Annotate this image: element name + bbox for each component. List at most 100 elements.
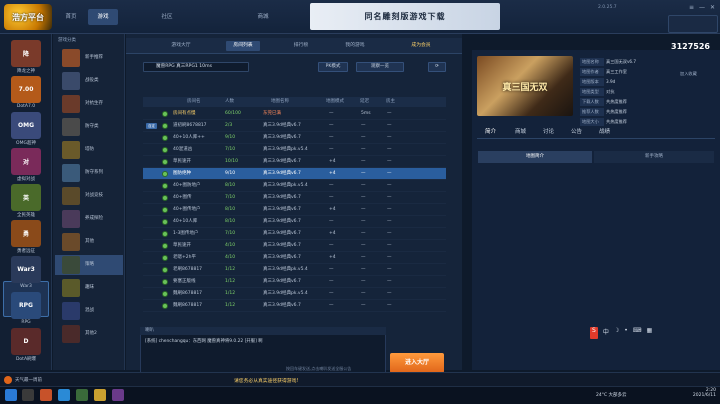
nav-shop[interactable]: 商城 <box>248 9 278 25</box>
category-item[interactable]: 塔防 <box>55 140 123 160</box>
keyboard-icon[interactable]: ⌨ <box>633 327 642 339</box>
category-icon <box>62 210 80 228</box>
user-status-icon[interactable] <box>4 376 12 384</box>
table-row[interactable]: 要塞正版线 1/12 真三3.9d经典v6.7 — — — <box>143 276 446 288</box>
col-host[interactable]: 房主 <box>386 97 395 107</box>
table-row[interactable]: 40+图防地户 8/10 真三3.9d经典pk.v5.4 — — — <box>143 180 446 192</box>
moon-icon[interactable]: ☽ <box>614 327 619 339</box>
tab-discuss[interactable]: 讨论 <box>543 127 554 135</box>
room-mode: — <box>329 111 334 116</box>
user-avatar-box[interactable] <box>668 15 718 33</box>
nav-games[interactable]: 游戏 <box>88 9 118 25</box>
category-item[interactable]: 混战 <box>55 301 123 321</box>
tab-room-list[interactable]: 房间列表 <box>226 41 260 51</box>
col-room-name[interactable]: 房间名 <box>187 97 201 107</box>
app-logo[interactable]: 浩方平台 <box>4 4 52 30</box>
refresh-button[interactable]: ⟳ <box>428 62 446 72</box>
category-item[interactable]: 对战竞技 <box>55 186 123 206</box>
browser-icon[interactable] <box>58 389 70 401</box>
tab-shop[interactable]: 商城 <box>515 127 526 135</box>
sidebar-game-icon[interactable]: 对 <box>11 148 41 175</box>
col-mode[interactable]: 地图模式 <box>326 97 344 107</box>
tab-ranking[interactable]: 排行榜 <box>286 41 316 51</box>
observe-button[interactable]: 观察一览 <box>356 62 404 72</box>
room-count: 8/10 <box>225 207 236 212</box>
category-item[interactable]: 策略 <box>55 255 123 275</box>
room-mode: +4 <box>329 231 336 236</box>
room-count: 2/3 <box>225 123 233 128</box>
table-row[interactable]: 草民速开 4/10 真三3.9d经典v6.7 — — — <box>143 240 446 252</box>
tab-my-games[interactable]: 我的游戏 <box>338 41 372 51</box>
category-item[interactable]: 趣味 <box>55 278 123 298</box>
pk-mode-button[interactable]: PK模式 <box>318 62 348 72</box>
subtab-map-intro[interactable]: 地图简介 <box>478 151 592 163</box>
room-host: — <box>387 183 392 188</box>
category-item[interactable]: 养成探险 <box>55 209 123 229</box>
subtab-guide[interactable]: 新手攻略 <box>594 151 714 163</box>
top-banner-ad[interactable]: 同名雕刻版游戏下载 <box>310 3 500 30</box>
sidebar-game-icon[interactable]: 勇 <box>11 220 41 247</box>
favorite-link[interactable]: 加入收藏 <box>680 71 697 77</box>
map-info-row: 地图作者 真三工作室 <box>580 68 680 76</box>
media-icon[interactable] <box>112 389 124 401</box>
nav-community[interactable]: 社区 <box>152 9 182 25</box>
lang-icon[interactable]: 中 <box>603 327 609 339</box>
tab-record[interactable]: 战绩 <box>599 127 610 135</box>
table-row[interactable]: 40+图传地户 8/10 真三3.9d经典v6.7 +4 — — <box>143 204 446 216</box>
table-row[interactable]: 图防绝种 9/10 真三3.9d经典v6.7 +4 — — <box>143 168 446 180</box>
col-count[interactable]: 人数 <box>225 97 234 107</box>
room-map: 真三3.9d经典pk.v5.4 <box>263 147 308 152</box>
sidebar-game-icon[interactable]: OMG <box>11 112 41 139</box>
table-row[interactable]: 自定 道初刷8678817 2/3 真三3.9d经典v6.7 — — — <box>143 120 446 132</box>
table-row[interactable]: 1-3图传地户 7/10 真三3.9d经典v6.7 +4 — — <box>143 228 446 240</box>
table-row[interactable]: 草民速开 10/10 真三3.9d经典v6.7 +4 — — <box>143 156 446 168</box>
sidebar-game-icon[interactable]: 7.00 <box>11 76 41 103</box>
col-map[interactable]: 地图名称 <box>271 97 289 107</box>
table-row[interactable]: 40+图传 7/10 真三3.9d经典v6.7 — — — <box>143 192 446 204</box>
category-item[interactable]: 新手推荐 <box>55 48 123 68</box>
category-item[interactable]: 对抗生存 <box>55 94 123 114</box>
room-name: 40混道凶 <box>173 147 193 152</box>
room-host: — <box>387 231 392 236</box>
brand-icon[interactable]: S <box>590 327 598 339</box>
category-item[interactable]: 战役类 <box>55 71 123 91</box>
grid-icon[interactable]: ▦ <box>646 327 652 339</box>
sidebar-game-icon[interactable]: 英 <box>11 184 41 211</box>
table-row[interactable]: 魏刷8678817 1/12 真三3.9d经典pk.v5.4 — — — <box>143 288 446 300</box>
files-icon[interactable] <box>40 389 52 401</box>
tab-notice[interactable]: 公告 <box>571 127 582 135</box>
game-platform-icon[interactable] <box>94 389 106 401</box>
sidebar-game-icon[interactable]: D <box>11 328 41 355</box>
dot-icon[interactable]: • <box>624 327 628 339</box>
room-ping: — <box>361 267 366 272</box>
sidebar-game-icon[interactable]: RPG <box>11 292 41 319</box>
tab-hall[interactable]: 游戏大厅 <box>164 41 198 51</box>
tab-vip[interactable]: 成为会员 <box>404 41 438 51</box>
table-row[interactable]: 40+10人库 8/10 真三3.9d经典v6.7 — — — <box>143 216 446 228</box>
table-row[interactable]: 老嗯+2h平 4/10 真三3.9d经典v6.7 +4 — — <box>143 252 446 264</box>
room-ping: — <box>361 183 366 188</box>
sidebar-game-label: DotA刷爆 <box>15 357 37 362</box>
tab-intro[interactable]: 简介 <box>485 127 496 135</box>
table-row[interactable]: 魏刷8678817 1/12 真三3.9d经典v6.7 — — — <box>143 300 446 312</box>
start-icon[interactable] <box>5 389 17 401</box>
search-icon[interactable] <box>22 389 34 401</box>
app-icon[interactable] <box>76 389 88 401</box>
category-item[interactable]: 其他 <box>55 232 123 252</box>
table-row[interactable]: 40混道凶 7/10 真三3.9d经典pk.v5.4 — — — <box>143 144 446 156</box>
table-row[interactable]: 老刷8678817 1/12 真三3.9d经典pk.v5.4 — — — <box>143 264 446 276</box>
category-item[interactable]: 防守系列 <box>55 163 123 183</box>
sidebar-game-icon[interactable]: War3 <box>11 256 41 283</box>
room-host: — <box>387 303 392 308</box>
category-item[interactable]: 防守类 <box>55 117 123 137</box>
enter-hall-button[interactable]: 进入大厅 <box>390 353 444 373</box>
server-select[interactable]: 魔兽RPG 真三RPG1 10ms <box>143 62 249 72</box>
nav-home[interactable]: 首页 <box>56 9 86 25</box>
room-status-icon <box>162 231 168 237</box>
table-row[interactable]: 40+10人库++ 9/10 真三3.9d经典v6.7 — — — <box>143 132 446 144</box>
col-ping[interactable]: 延迟 <box>360 97 369 107</box>
room-ping: — <box>361 291 366 296</box>
category-item[interactable]: 其他2 <box>55 324 123 344</box>
sidebar-game-icon[interactable]: 降 <box>11 40 41 67</box>
table-row[interactable]: 房间有点慢 60/100 东莞已满 — 5ms — <box>143 108 446 120</box>
